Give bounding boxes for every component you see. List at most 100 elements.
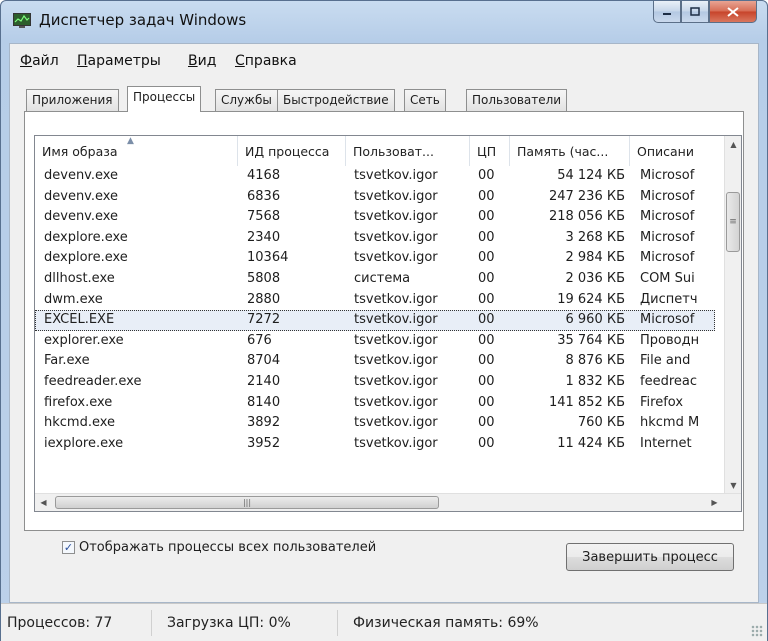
- process-row[interactable]: dexplore.exe 2340 tsvetkov.igor 00 3 268…: [35, 228, 715, 249]
- process-pid: 4168: [247, 168, 281, 183]
- show-all-users-option[interactable]: ✓ Отображать процессы всех пользователей: [62, 540, 376, 555]
- process-row[interactable]: dexplore.exe 10364 tsvetkov.igor 00 2 98…: [35, 248, 715, 269]
- process-user: tsvetkov.igor: [354, 394, 438, 410]
- process-memory: 19 624 КБ: [557, 291, 625, 307]
- column-image-name[interactable]: Имя образа ▲: [35, 136, 238, 166]
- scroll-down-arrow-icon[interactable]: ▼: [725, 477, 741, 494]
- process-user: tsvetkov.igor: [354, 332, 438, 348]
- menu-view[interactable]: Вид: [188, 53, 216, 69]
- show-all-users-checkbox[interactable]: ✓: [62, 541, 75, 554]
- process-name: Far.exe: [44, 353, 90, 369]
- process-row[interactable]: iexplore.exe 3952 tsvetkov.igor 00 11 42…: [35, 434, 715, 455]
- tab-processes[interactable]: Процессы: [127, 86, 202, 112]
- scroll-right-arrow-icon[interactable]: ▶: [706, 494, 723, 511]
- tab-users[interactable]: Пользователи: [466, 89, 568, 111]
- close-button[interactable]: [709, 1, 757, 23]
- process-pid: 7272: [247, 312, 281, 328]
- column-user[interactable]: Пользоват...: [346, 136, 470, 166]
- status-divider: [151, 610, 152, 636]
- maximize-icon: [690, 7, 700, 16]
- process-list[interactable]: Имя образа ▲ ИД процесса Пользоват... ЦП…: [34, 135, 742, 512]
- client-area: Приложения Процессы Службы Быстродействи…: [9, 77, 759, 603]
- process-row[interactable]: explorer.exe 676 tsvetkov.igor 00 35 764…: [35, 331, 715, 352]
- process-name: devenv.exe: [44, 168, 119, 183]
- vertical-scroll-thumb[interactable]: ≡: [726, 192, 740, 252]
- horizontal-scrollbar[interactable]: ◀ ||| ▶: [35, 493, 741, 511]
- process-description: feedreac: [640, 373, 697, 389]
- process-description: Microsof: [640, 209, 695, 225]
- scroll-up-arrow-icon[interactable]: ▲: [725, 136, 741, 153]
- minimize-icon: [663, 12, 671, 15]
- process-pid: 8704: [247, 353, 281, 369]
- process-description: Диспетч: [640, 291, 698, 307]
- process-cpu: 00: [478, 250, 495, 266]
- process-list-header: Имя образа ▲ ИД процесса Пользоват... ЦП…: [35, 136, 725, 166]
- process-pid: 2140: [247, 373, 281, 389]
- end-process-button[interactable]: Завершить процесс: [566, 543, 734, 571]
- menu-help[interactable]: Справка: [235, 53, 297, 69]
- process-memory: 247 236 КБ: [548, 188, 625, 204]
- process-user: tsvetkov.igor: [354, 312, 438, 328]
- process-description: Microsof: [640, 229, 695, 245]
- sort-ascending-icon: ▲: [127, 136, 134, 146]
- process-row[interactable]: Far.exe 8704 tsvetkov.igor 00 8 876 КБ F…: [35, 351, 715, 372]
- scroll-left-arrow-icon[interactable]: ◀: [35, 494, 52, 511]
- task-manager-icon: [13, 13, 31, 28]
- process-pid: 8140: [247, 394, 281, 410]
- process-pid: 2880: [247, 291, 281, 307]
- status-physical-memory: Физическая память: 69%: [353, 615, 539, 631]
- process-memory: 141 852 КБ: [548, 394, 625, 410]
- menu-help-label: правка: [244, 53, 297, 69]
- column-cpu[interactable]: ЦП: [470, 136, 510, 166]
- process-row[interactable]: firefox.exe 8140 tsvetkov.igor 00 141 85…: [35, 393, 715, 414]
- tab-networking[interactable]: Сеть: [404, 89, 446, 111]
- menu-file[interactable]: Файл: [20, 53, 59, 69]
- tab-services[interactable]: Службы: [215, 89, 278, 111]
- process-description: Microsof: [640, 250, 695, 266]
- process-memory: 218 056 КБ: [548, 209, 625, 225]
- process-cpu: 00: [478, 415, 495, 431]
- process-user: система: [354, 270, 411, 286]
- process-row[interactable]: devenv.exe 6836 tsvetkov.igor 00 247 236…: [35, 187, 715, 208]
- process-description: Microsof: [640, 312, 695, 328]
- process-cpu: 00: [478, 373, 495, 389]
- horizontal-scroll-thumb[interactable]: |||: [55, 496, 439, 509]
- process-row[interactable]: feedreader.exe 2140 tsvetkov.igor 00 1 8…: [35, 372, 715, 393]
- resize-grip-icon[interactable]: [751, 625, 763, 637]
- process-description: File and: [640, 353, 691, 369]
- process-cpu: 00: [478, 188, 495, 204]
- menu-view-accel: В: [188, 53, 198, 69]
- minimize-button[interactable]: [653, 1, 681, 23]
- vertical-scrollbar[interactable]: ▲ ≡ ▼: [724, 136, 741, 494]
- menu-options[interactable]: Параметры: [77, 53, 161, 69]
- process-cpu: 00: [478, 332, 495, 348]
- process-user: tsvetkov.igor: [354, 435, 438, 451]
- process-row[interactable]: dllhost.exe 5808 система 00 2 036 КБ COM…: [35, 269, 715, 290]
- process-user: tsvetkov.igor: [354, 415, 438, 431]
- title-bar[interactable]: Диспетчер задач Windows: [1, 1, 767, 41]
- process-row[interactable]: devenv.exe 4168 tsvetkov.igor 00 54 124 …: [35, 166, 715, 187]
- maximize-button[interactable]: [681, 1, 709, 23]
- process-description: Microsof: [640, 188, 695, 204]
- process-name: devenv.exe: [44, 188, 119, 204]
- process-row[interactable]: dwm.exe 2880 tsvetkov.igor 00 19 624 КБ …: [35, 290, 715, 311]
- process-name: dllhost.exe: [44, 270, 115, 286]
- process-memory: 6 960 КБ: [565, 312, 626, 328]
- process-row[interactable]: devenv.exe 7568 tsvetkov.igor 00 218 056…: [35, 207, 715, 228]
- process-row-selected[interactable]: EXCEL.EXE 7272 tsvetkov.igor 00 6 960 КБ…: [35, 310, 715, 331]
- tab-performance[interactable]: Быстродействие: [277, 89, 395, 111]
- process-pid: 676: [247, 332, 272, 348]
- status-divider: [337, 610, 338, 636]
- column-description[interactable]: Описани: [630, 136, 725, 166]
- process-user: tsvetkov.igor: [354, 353, 438, 369]
- process-name: feedreader.exe: [44, 373, 142, 389]
- column-pid[interactable]: ИД процесса: [238, 136, 346, 166]
- show-all-users-label: Отображать процессы всех пользователей: [79, 540, 377, 555]
- process-memory: 1 832 КБ: [565, 373, 626, 389]
- process-memory: 8 876 КБ: [565, 353, 626, 369]
- column-memory[interactable]: Память (час...: [510, 136, 630, 166]
- tab-applications[interactable]: Приложения: [26, 89, 119, 111]
- task-manager-window: Диспетчер задач Windows Файл Параметры В…: [0, 0, 768, 641]
- menu-bar: Файл Параметры Вид Справка: [9, 43, 759, 77]
- process-row[interactable]: hkcmd.exe 3892 tsvetkov.igor 00 760 КБ h…: [35, 413, 715, 434]
